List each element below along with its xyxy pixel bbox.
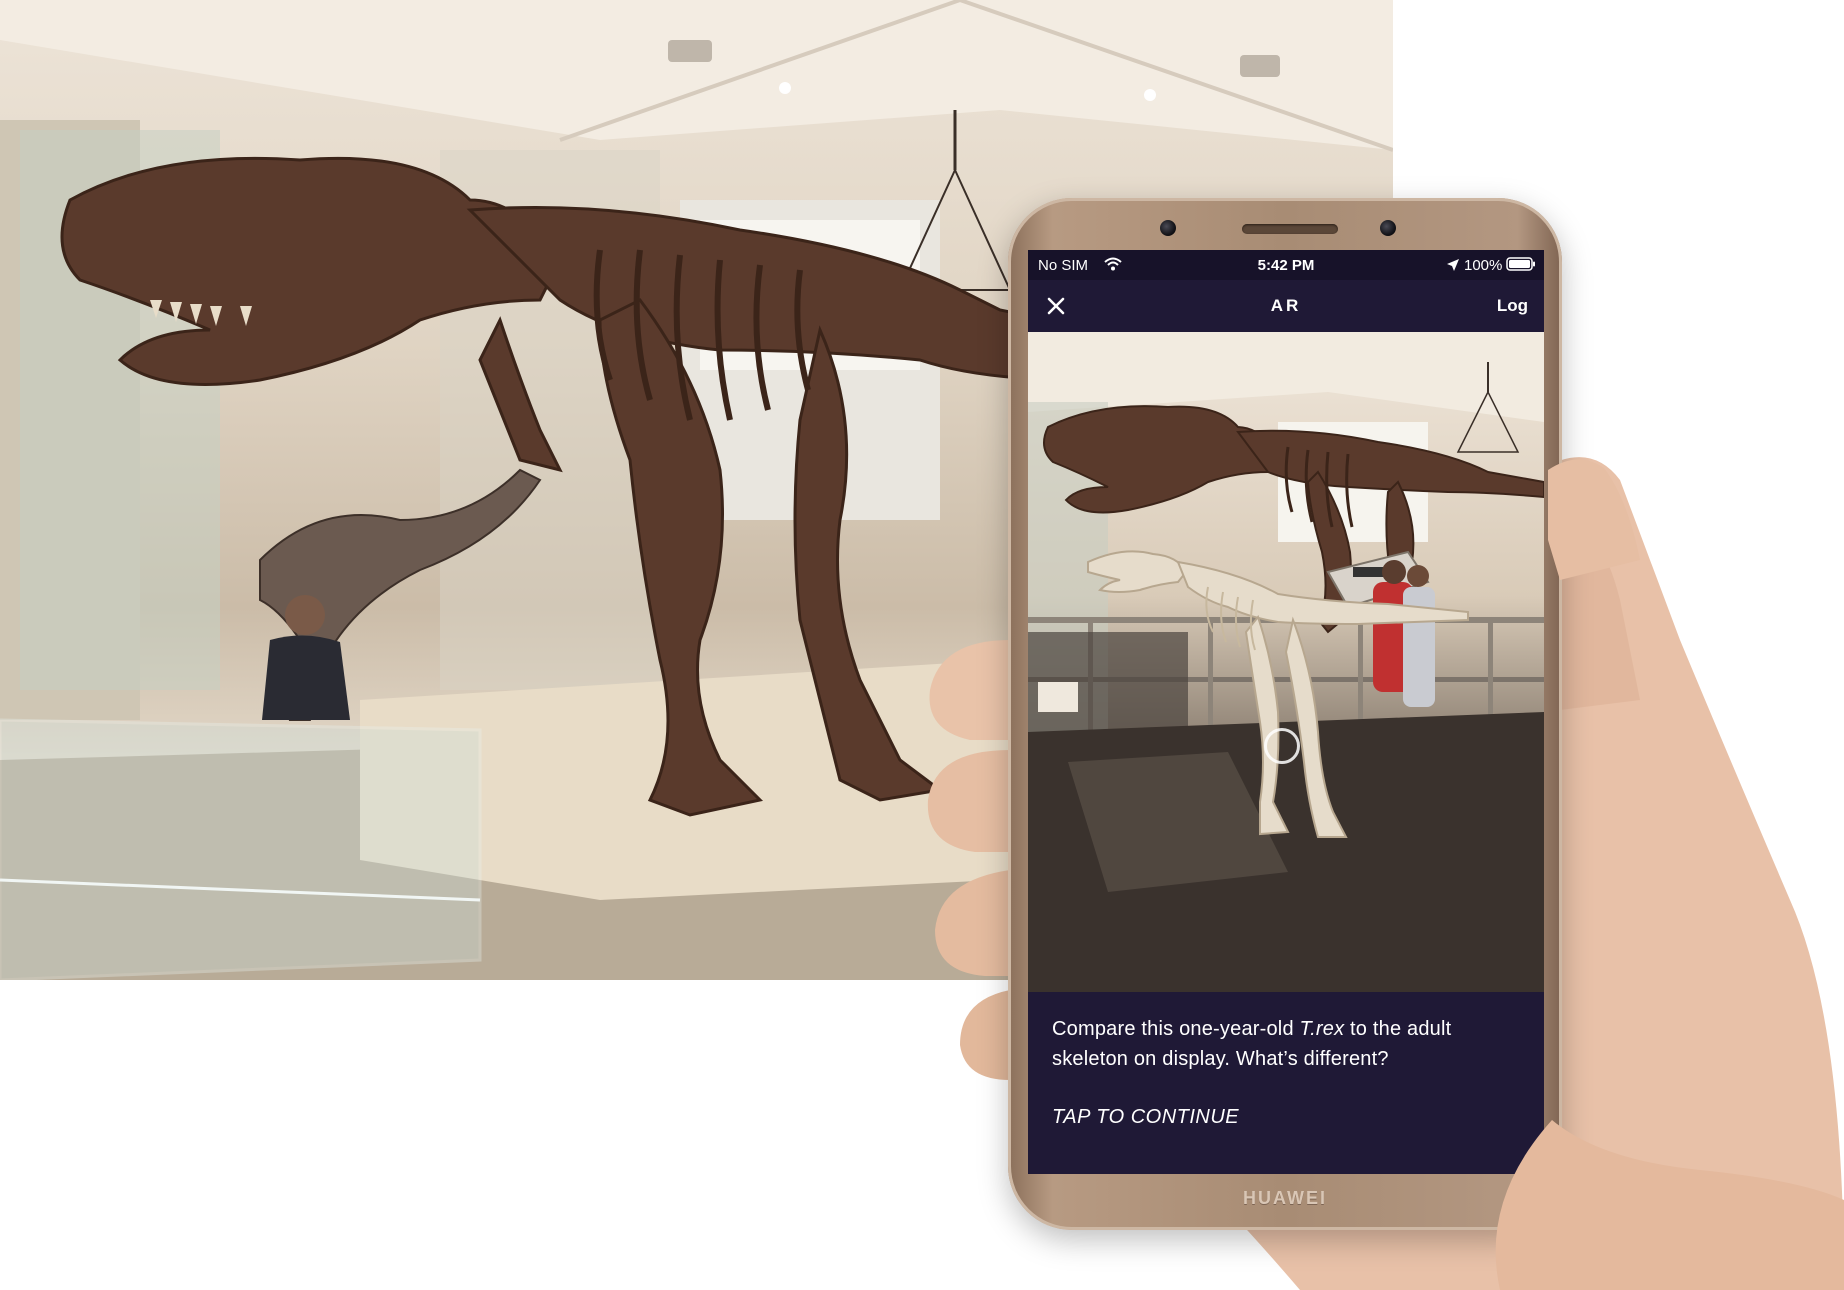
caption-text-before: Compare this one-year-old	[1052, 1018, 1300, 1040]
caption-species-name: T.rex	[1299, 1018, 1345, 1040]
ar-scene	[1028, 332, 1544, 992]
caption-text: Compare this one-year-old T.rex to the a…	[1052, 1014, 1522, 1074]
earpiece-speaker	[1242, 224, 1338, 234]
page-title: AR	[1270, 296, 1302, 315]
status-battery-percent: 100%	[1464, 257, 1503, 274]
battery-icon	[1506, 257, 1535, 271]
app-nav-bar: AR Log	[1028, 280, 1544, 332]
tap-to-continue-button[interactable]: TAP TO CONTINUE	[1052, 1106, 1239, 1129]
front-camera-icon	[1380, 220, 1396, 236]
ar-reticle-icon	[1264, 728, 1300, 764]
location-arrow-icon	[1447, 259, 1459, 271]
log-button[interactable]: Log	[1497, 296, 1528, 316]
brand-logo: HUAWEI	[1243, 1188, 1327, 1208]
proximity-sensor-icon	[1160, 220, 1176, 236]
caption-panel[interactable]: Compare this one-year-old T.rex to the a…	[1028, 992, 1544, 1174]
ar-camera-view[interactable]	[1028, 332, 1544, 992]
smartphone: No SIM 5:42 PM 100% AR Log Compare this …	[1008, 198, 1562, 1230]
phone-screen: No SIM 5:42 PM 100% AR Log Compare this …	[1028, 250, 1544, 1174]
phone-chin: HUAWEI	[1008, 1174, 1562, 1230]
phone-top-bezel	[1008, 198, 1562, 250]
status-bar: No SIM 5:42 PM 100%	[1028, 250, 1544, 280]
